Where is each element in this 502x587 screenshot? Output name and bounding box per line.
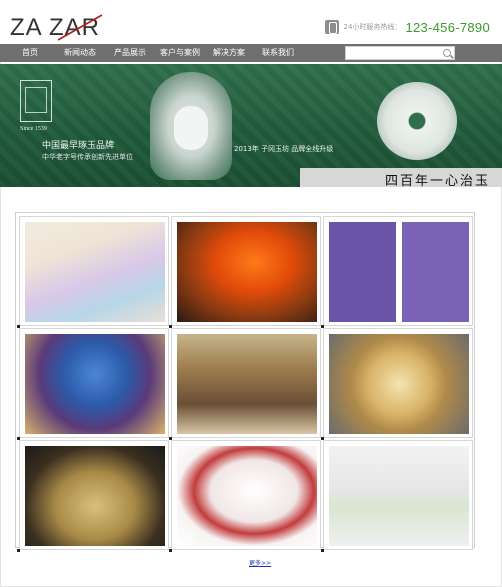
search-icon[interactable]	[443, 49, 451, 57]
search-input[interactable]	[345, 46, 455, 60]
nav-item-contact[interactable]: 联系我们	[262, 44, 294, 62]
site-header: ZA ZAR 24小时服务热线： 123-456-7890	[0, 0, 502, 44]
banner-slogan-main: 中国最早琢玉品牌	[42, 141, 115, 151]
banner-slogan-sub: 中华老字号传承创新先进单位	[42, 153, 133, 161]
svg-text:ZA ZAR: ZA ZAR	[10, 14, 100, 41]
zazar-logo[interactable]: ZA ZAR	[10, 11, 106, 41]
nav-item-clients-cases[interactable]: 客户与案例	[160, 44, 200, 62]
nav-item-news[interactable]: 新闻动态	[64, 44, 96, 62]
product-card[interactable]	[169, 328, 321, 440]
nav-item-solutions[interactable]: 解决方案	[213, 44, 245, 62]
brand-seal-inner	[25, 87, 47, 113]
nav-item-products[interactable]: 产品展示	[114, 44, 146, 62]
jade-pendant-core	[174, 106, 208, 150]
brand-seal-icon	[20, 80, 52, 122]
calligraphy-band: 四百年一心治玉	[300, 168, 502, 187]
jade-disc-image	[377, 82, 457, 160]
hotline: 24小时服务热线： 123-456-7890	[324, 17, 490, 37]
baskets-stall-image[interactable]	[177, 334, 317, 434]
product-card[interactable]	[17, 216, 169, 328]
main-nav: 首页 新闻动态 产品展示 客户与案例 解决方案 联系我们	[0, 44, 502, 62]
clay-dolls-image[interactable]	[329, 446, 469, 546]
calligraphy-text: 四百年一心治玉	[384, 174, 490, 187]
product-card[interactable]	[321, 328, 473, 440]
since-text: Since 1539	[20, 126, 47, 132]
product-grid	[15, 212, 475, 552]
product-card[interactable]	[321, 216, 473, 328]
doraemon-figure-image[interactable]	[25, 334, 165, 434]
bullet-dot	[169, 549, 172, 552]
product-card[interactable]	[169, 440, 321, 552]
product-card[interactable]	[169, 216, 321, 328]
jade-pendant-image	[150, 72, 232, 180]
sunflower-wood-panel-image[interactable]	[329, 334, 469, 434]
product-card[interactable]	[17, 440, 169, 552]
bullet-dot	[321, 549, 324, 552]
whale-artwork-image[interactable]	[25, 222, 165, 322]
banner-promo: 2013年 子冈玉坊 品牌全线升级	[234, 145, 334, 153]
hotline-label: 24小时服务热线：	[343, 23, 402, 31]
product-card[interactable]	[17, 328, 169, 440]
product-card[interactable]	[321, 440, 473, 552]
hotline-number: 123-456-7890	[405, 19, 490, 35]
bullet-dot	[17, 549, 20, 552]
amber-gourd-carving-image[interactable]	[177, 222, 317, 322]
more-link[interactable]: 更多>>	[249, 558, 271, 567]
ceramic-teaset-image[interactable]	[177, 446, 317, 546]
flower-bouquets-image[interactable]	[329, 222, 469, 322]
hero-banner[interactable]: Since 1539 中国最早琢玉品牌 中华老字号传承创新先进单位 2013年 …	[0, 64, 502, 187]
bamboo-lamps-image[interactable]	[25, 446, 165, 546]
nav-item-home[interactable]: 首页	[22, 44, 38, 62]
phone-icon	[324, 20, 339, 34]
